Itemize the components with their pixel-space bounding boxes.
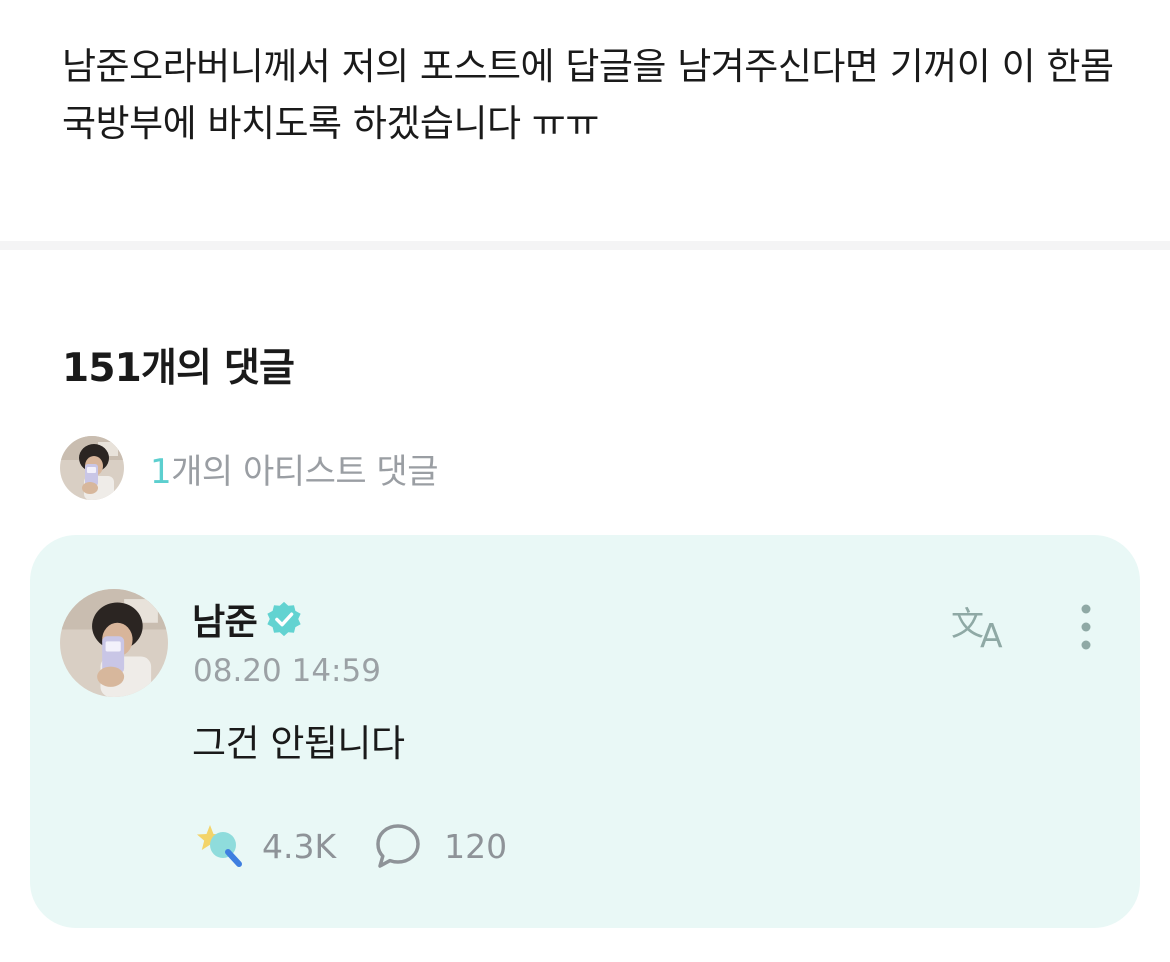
svg-text:A: A [980, 616, 1003, 653]
translate-button[interactable]: 文 A [950, 597, 1020, 655]
comment-text: 그건 안됩니다 [192, 722, 405, 765]
artist-comment-card: 남준 08.20 14:59 그건 안됩니다 文 A 4.3K 120 [30, 535, 1140, 928]
author-row: 남준 [192, 593, 303, 645]
reply-button[interactable]: 120 [374, 822, 507, 870]
comments-count-heading: 151개의 댓글 [62, 346, 295, 391]
artist-avatar-small [60, 436, 124, 500]
speech-bubble-icon [376, 824, 420, 868]
verified-badge-icon [267, 601, 301, 637]
more-options-button[interactable] [1066, 599, 1106, 655]
section-divider [0, 241, 1170, 250]
comment-timestamp: 08.20 14:59 [193, 653, 381, 689]
post-body-text: 남준오라버니께서 저의 포스트에 답글을 남겨주신다면 기꺼이 이 한몸 국방부… [62, 45, 1114, 145]
translate-icon: 文 A [951, 604, 1003, 655]
like-count: 4.3K [262, 826, 337, 866]
artist-comment-label: 개의 아티스트 댓글 [171, 451, 438, 492]
star-wand-icon [197, 825, 242, 867]
more-vertical-icon [1081, 604, 1091, 650]
author-name[interactable]: 남준 [192, 593, 258, 645]
reply-count: 120 [444, 826, 508, 866]
artist-comment-count: 1 [150, 451, 172, 492]
artist-comments-summary[interactable]: 1개의 아티스트 댓글 [60, 436, 438, 500]
artist-avatar[interactable] [60, 589, 168, 697]
reaction-row: 4.3K 120 [192, 818, 507, 874]
like-button[interactable]: 4.3K [192, 821, 336, 871]
